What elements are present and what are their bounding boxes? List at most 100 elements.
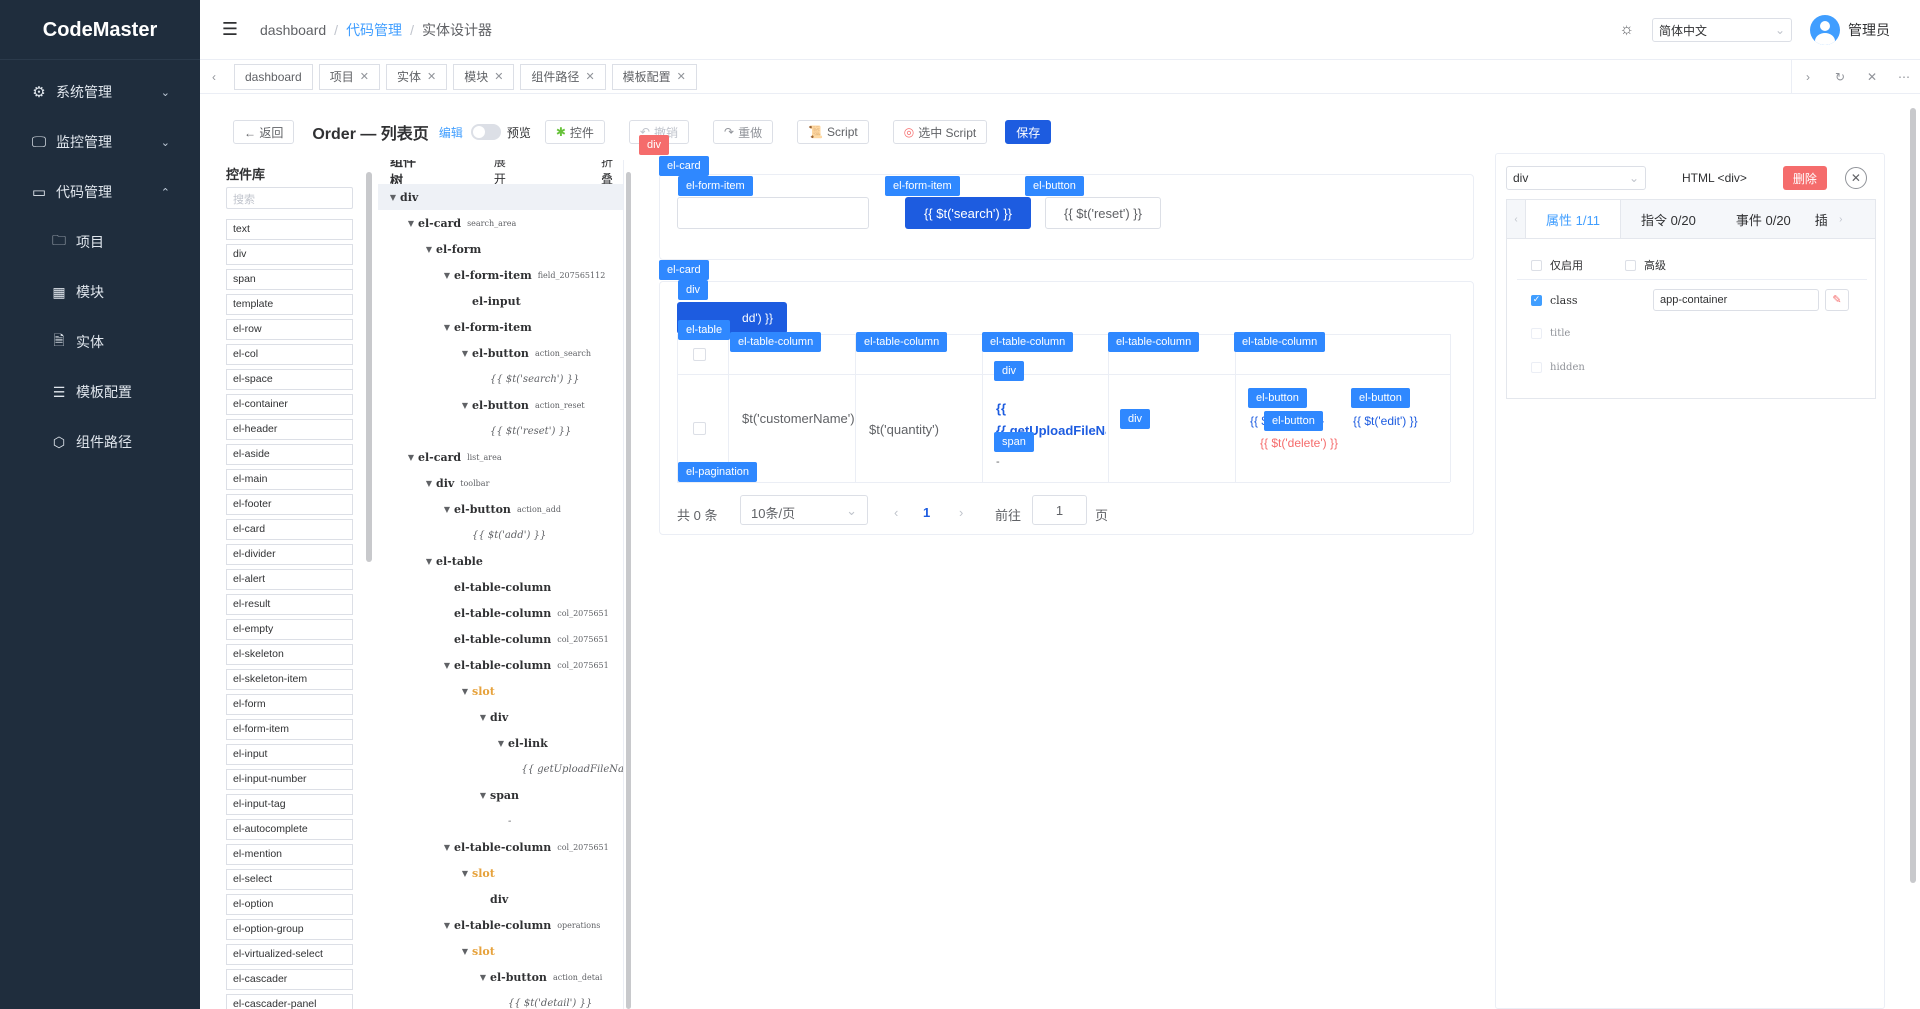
library-item[interactable]: text: [226, 219, 353, 240]
tree-node[interactable]: el-input: [378, 288, 623, 314]
tree-node[interactable]: div: [378, 886, 623, 912]
theme-toggle-icon[interactable]: ☼: [1619, 21, 1634, 39]
tag-el-button-op3[interactable]: el-button: [1264, 411, 1323, 431]
library-item[interactable]: el-virtualized-select: [226, 944, 353, 965]
caret-down-icon[interactable]: ▼: [440, 323, 454, 332]
caret-down-icon[interactable]: ▼: [458, 349, 472, 358]
library-item[interactable]: el-space: [226, 369, 353, 390]
tab-events[interactable]: 事件 0/20: [1716, 200, 1811, 238]
sidebar-item-code[interactable]: ▭ 代码管理 ⌃: [0, 167, 200, 217]
refresh-icon[interactable]: ↻: [1824, 70, 1856, 84]
library-item[interactable]: el-result: [226, 594, 353, 615]
attr-class-checkbox[interactable]: ✓: [1531, 295, 1542, 306]
tree-node[interactable]: el-table-column col_2075651: [378, 600, 623, 626]
tree-expand-button[interactable]: 展开: [494, 160, 516, 187]
tab-module[interactable]: 模块 ✕: [453, 63, 515, 90]
edit-link[interactable]: {{ $t('edit') }}: [1353, 414, 1418, 428]
library-item[interactable]: el-form: [226, 694, 353, 715]
tree-node[interactable]: ▼ el-button action_search: [378, 340, 623, 366]
tree-node[interactable]: ▼ slot: [378, 860, 623, 886]
hamburger-icon[interactable]: ☰: [200, 19, 260, 40]
tree-node[interactable]: {{ $t('detail') }}: [378, 990, 623, 1009]
search-input-preview[interactable]: [677, 197, 869, 229]
library-item[interactable]: el-input: [226, 744, 353, 765]
script-button[interactable]: 📜 Script: [797, 120, 869, 144]
caret-down-icon[interactable]: ▼: [440, 661, 454, 670]
library-item[interactable]: el-col: [226, 344, 353, 365]
attr-hidden-row[interactable]: hidden: [1531, 362, 1585, 373]
tree-node[interactable]: {{ getUploadFileNa: [378, 756, 623, 782]
caret-down-icon[interactable]: ▼: [386, 193, 400, 202]
enabled-only-option[interactable]: 仅启用: [1531, 257, 1583, 273]
tag-el-button[interactable]: el-button: [1025, 176, 1084, 196]
library-item[interactable]: el-autocomplete: [226, 819, 353, 840]
tree-collapse-button[interactable]: 折叠: [601, 160, 623, 187]
tree-node[interactable]: {{ $t('reset') }}: [378, 418, 623, 444]
library-item[interactable]: el-row: [226, 319, 353, 340]
tree-node[interactable]: ▼ div: [378, 184, 623, 210]
close-icon[interactable]: ✕: [360, 70, 369, 83]
caret-down-icon[interactable]: ▼: [458, 947, 472, 956]
tab-dashboard[interactable]: dashboard: [234, 63, 313, 90]
save-button[interactable]: 保存: [1005, 120, 1052, 144]
caret-down-icon[interactable]: ▼: [440, 505, 454, 514]
caret-down-icon[interactable]: ▼: [458, 687, 472, 696]
library-item[interactable]: el-cascader-panel: [226, 994, 353, 1009]
tag-el-table-column-3[interactable]: el-table-column: [982, 332, 1074, 352]
search-button-preview[interactable]: {{ $t('search') }}: [905, 197, 1031, 229]
tag-div-root[interactable]: div: [639, 135, 670, 155]
caret-down-icon[interactable]: ▼: [476, 973, 490, 982]
tab-attributes[interactable]: 属性 1/11: [1525, 200, 1621, 238]
caret-down-icon[interactable]: ▼: [404, 219, 418, 228]
tag-el-pagination[interactable]: el-pagination: [678, 462, 757, 482]
tree-node[interactable]: ▼ div toolbar: [378, 470, 623, 496]
tag-el-card-list[interactable]: el-card: [659, 260, 709, 280]
attr-class-input[interactable]: app-container: [1653, 289, 1819, 311]
tag-el-button-op2[interactable]: el-button: [1351, 388, 1410, 408]
back-button[interactable]: ← 返回: [233, 120, 295, 144]
header-checkbox[interactable]: [693, 348, 706, 361]
close-icon[interactable]: ✕: [677, 70, 686, 83]
sidebar-item-template[interactable]: ☰ 模板配置: [0, 367, 200, 417]
next-page-icon[interactable]: ›: [959, 505, 963, 520]
advanced-option[interactable]: 高级: [1625, 257, 1666, 273]
more-icon[interactable]: ⋯: [1888, 70, 1920, 84]
reset-button-preview[interactable]: {{ $t('reset') }}: [1045, 197, 1161, 229]
tag-el-card-search[interactable]: el-card: [659, 156, 709, 176]
library-item[interactable]: el-skeleton-item: [226, 669, 353, 690]
library-item[interactable]: el-header: [226, 419, 353, 440]
page-size-select[interactable]: 10条/页 ⌄: [740, 495, 868, 525]
tree-node[interactable]: ▼ slot: [378, 678, 623, 704]
widgets-button[interactable]: ✱ 控件: [544, 120, 605, 144]
caret-down-icon[interactable]: ▼: [422, 557, 436, 566]
language-select[interactable]: 简体中文 ⌄: [1652, 18, 1792, 42]
delete-link[interactable]: {{ $t('delete') }}: [1260, 436, 1338, 450]
sidebar-item-module[interactable]: ▦ 模块: [0, 267, 200, 317]
library-item[interactable]: el-footer: [226, 494, 353, 515]
tag-el-form-item[interactable]: el-form-item: [678, 176, 753, 196]
library-item[interactable]: el-container: [226, 394, 353, 415]
library-item[interactable]: el-input-number: [226, 769, 353, 790]
caret-down-icon[interactable]: ▼: [476, 713, 490, 722]
tab-entity[interactable]: 实体 ✕: [385, 63, 448, 90]
tag-span[interactable]: span: [994, 432, 1034, 452]
tabs-next-icon[interactable]: ›: [1832, 214, 1850, 225]
tree-node[interactable]: ▼ el-form-item field_207565112: [378, 262, 623, 288]
tree-scrollbar[interactable]: [626, 172, 631, 1009]
redo-button[interactable]: ↷ 重做: [713, 120, 774, 144]
advanced-checkbox[interactable]: [1625, 259, 1636, 271]
tree-node[interactable]: {{ $t('add') }}: [378, 522, 623, 548]
breadcrumb-code[interactable]: 代码管理: [346, 20, 402, 40]
caret-down-icon[interactable]: ▼: [440, 271, 454, 280]
enabled-only-checkbox[interactable]: [1531, 259, 1542, 271]
tag-el-table-column-2[interactable]: el-table-column: [856, 332, 948, 352]
caret-down-icon[interactable]: ▼: [440, 843, 454, 852]
attr-title-row[interactable]: title: [1531, 328, 1570, 339]
tree-node[interactable]: -: [378, 808, 623, 834]
tree-node[interactable]: ▼ el-button action_reset: [378, 392, 623, 418]
library-item[interactable]: el-skeleton: [226, 644, 353, 665]
library-item[interactable]: el-form-item: [226, 719, 353, 740]
tree-node[interactable]: ▼ div: [378, 704, 623, 730]
library-item[interactable]: el-mention: [226, 844, 353, 865]
library-item[interactable]: el-alert: [226, 569, 353, 590]
